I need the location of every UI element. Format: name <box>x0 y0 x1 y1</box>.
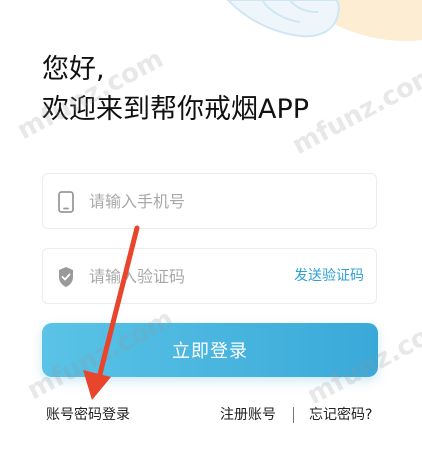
forgot-password-link[interactable]: 忘记密码? <box>309 404 372 426</box>
shield-check-icon <box>59 267 73 287</box>
greeting-hello: 您好, <box>42 54 105 85</box>
phone-input[interactable] <box>89 174 289 228</box>
verification-code-input[interactable] <box>89 249 289 303</box>
link-divider <box>293 407 294 423</box>
send-code-button[interactable]: 发送验证码 <box>294 249 364 303</box>
register-link[interactable]: 注册账号 <box>220 404 276 426</box>
greeting-welcome: 欢迎来到帮你戒烟APP <box>42 94 310 125</box>
phone-icon <box>58 191 74 213</box>
greeting: 您好, 欢迎来到帮你戒烟APP <box>42 50 309 130</box>
password-login-link[interactable]: 账号密码登录 <box>46 404 130 426</box>
login-button[interactable]: 立即登录 <box>42 323 378 377</box>
verification-code-field[interactable]: 发送验证码 <box>42 248 377 304</box>
phone-field[interactable] <box>42 173 377 229</box>
